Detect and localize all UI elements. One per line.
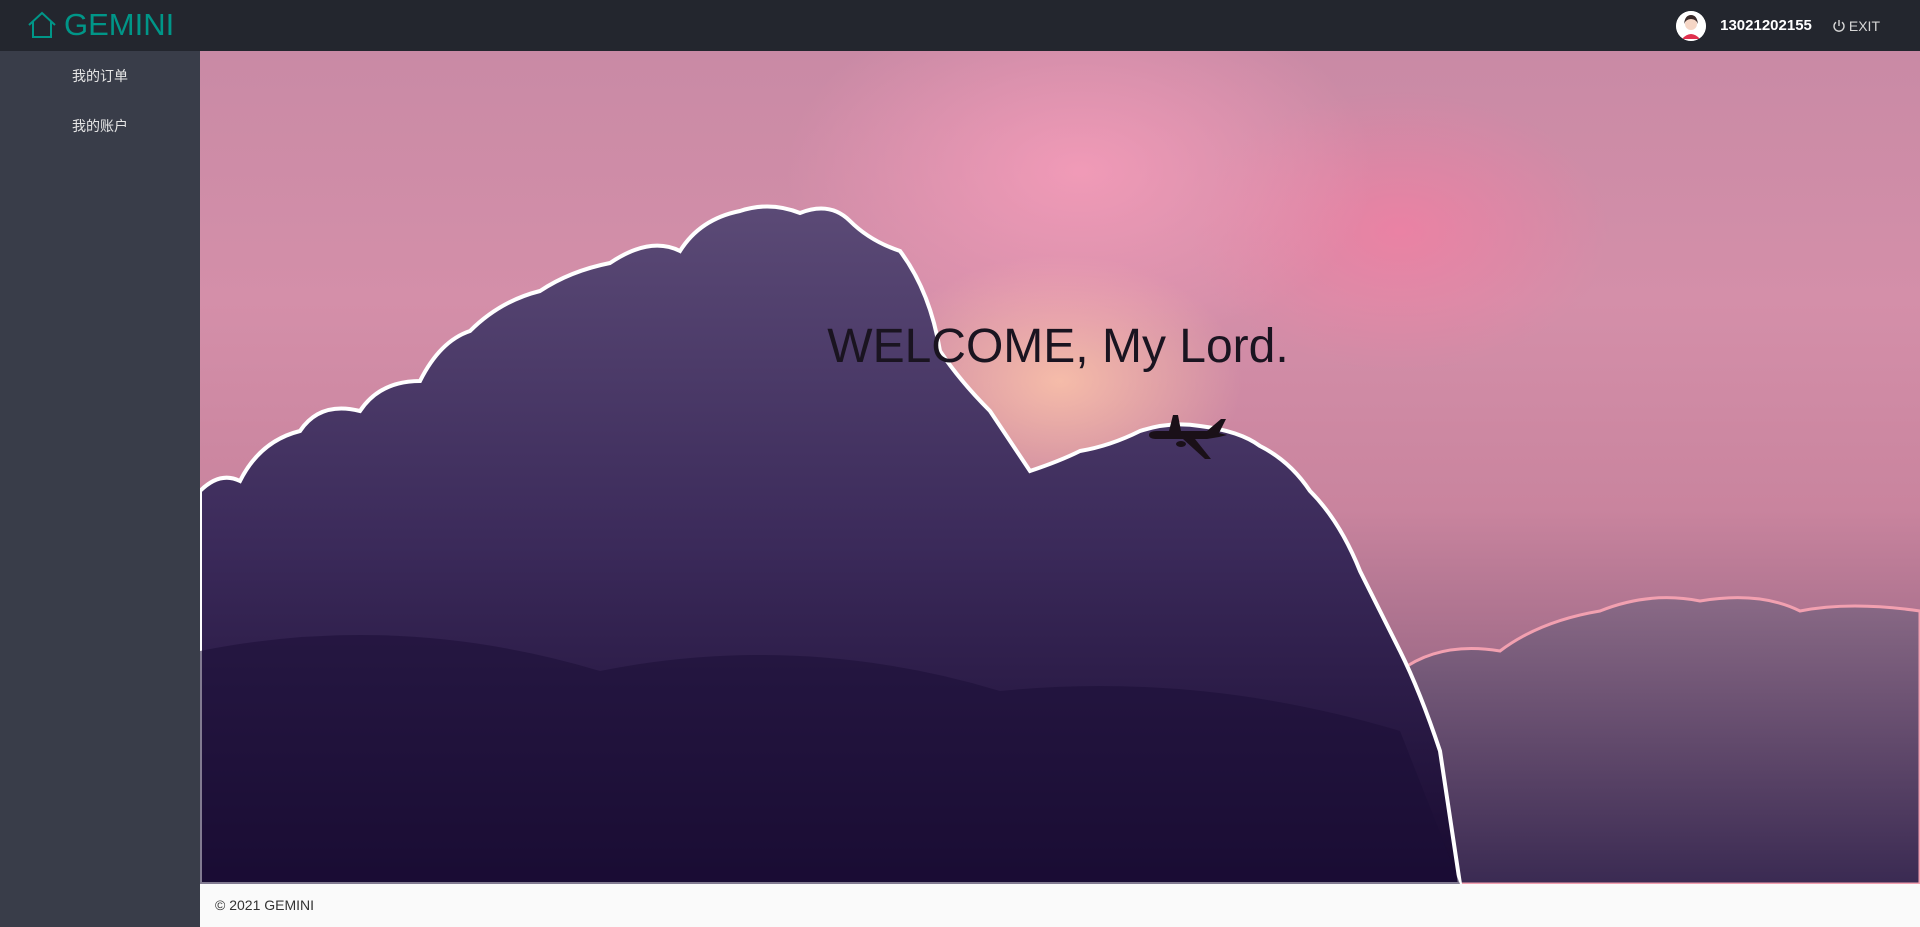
username[interactable]: 13021202155 <box>1720 17 1812 34</box>
exit-label: EXIT <box>1848 17 1880 34</box>
airplane-icon <box>1149 415 1227 459</box>
copyright-text: © 2021 GEMINI <box>215 897 315 913</box>
footer: © 2021 GEMINI <box>200 884 1920 927</box>
home-icon <box>28 11 56 38</box>
exit-button[interactable]: EXIT <box>1832 18 1880 34</box>
power-icon <box>1833 19 1845 32</box>
sidebar-item-my-orders[interactable]: 我的订单 <box>0 51 200 101</box>
welcome-banner: WELCOME, My Lord. <box>200 51 1920 884</box>
user-area: 13021202155 EXIT <box>1676 0 1920 51</box>
welcome-title: WELCOME, My Lord. <box>827 320 1289 373</box>
sidebar: 我的订单 我的账户 <box>0 51 200 927</box>
brand-logo[interactable]: GEMINI <box>26 4 174 46</box>
top-header: GEMINI 13021202155 EXIT <box>0 0 1920 51</box>
brand-name: GEMINI <box>64 7 175 42</box>
sidebar-item-my-account[interactable]: 我的账户 <box>0 101 200 151</box>
user-avatar[interactable] <box>1676 10 1707 41</box>
cloud-background-image <box>200 204 1920 884</box>
